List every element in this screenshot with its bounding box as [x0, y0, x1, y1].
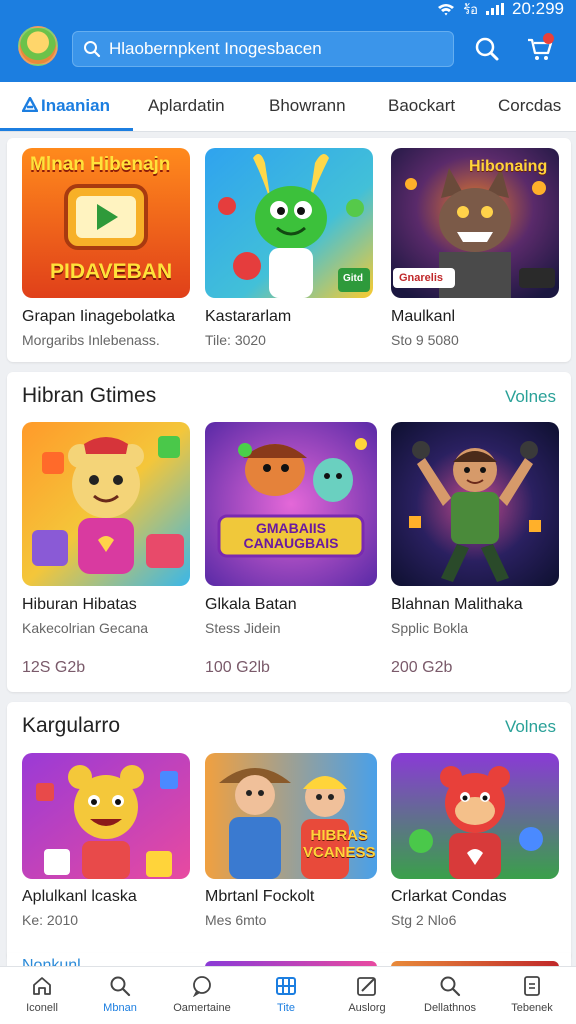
app-name[interactable]: Kastararlam [205, 308, 291, 326]
search-icon [110, 976, 131, 997]
nav-item-auslorg[interactable]: Auslorg [327, 975, 407, 1014]
app-tile[interactable] [22, 753, 190, 879]
art-title: Hibonaing [469, 158, 548, 175]
nav-item-tite[interactable]: Tite [246, 975, 326, 1014]
grid-icon [276, 977, 296, 995]
nav-label: Dellathnos [424, 1002, 476, 1014]
app-tile[interactable]: HIBRAS VCANESS [205, 753, 377, 879]
app-artwork [22, 422, 190, 586]
app-header: ร้อ 20:299 Hlaobernpkent Inogesbacen [0, 0, 576, 82]
tab-baockart[interactable]: Baockart [388, 96, 455, 116]
status-bar: ร้อ 20:299 [437, 0, 564, 18]
search-text: Hlaobernpkent Inogesbacen [109, 39, 322, 58]
app-name[interactable]: Grapan Iinagebolatka [22, 308, 175, 326]
app-name[interactable]: Maulkanl [391, 308, 455, 326]
app-tile[interactable]: GMABAIIS CANAUGBAIS [205, 422, 377, 586]
app-subtitle: Tile: 3020 [205, 332, 266, 348]
tab-label: Corcdas [498, 96, 562, 115]
app-subtitle: Ke: 2010 [22, 912, 79, 928]
section-title: Kargularro [22, 714, 121, 737]
app-price: 12S G2b [22, 659, 86, 676]
tab-aplardatin[interactable]: Aplardatin [148, 96, 225, 116]
app-subtitle: Mes 6mto [205, 912, 267, 928]
app-tile[interactable] [391, 422, 559, 586]
carrier-label: ร้อ [463, 1, 478, 17]
app-subtitle: Sto 9 5080 [391, 332, 459, 348]
app-name[interactable]: Hiburan Hibatas [22, 596, 137, 614]
app-artwork [22, 753, 190, 879]
tab-label: Aplardatin [148, 96, 225, 115]
logo-a-icon [21, 96, 39, 113]
search-icon [440, 976, 461, 997]
tab-label: Baockart [388, 96, 456, 115]
nav-label: Tite [277, 1002, 295, 1014]
app-name[interactable]: Mbrtanl Fockolt [205, 888, 314, 906]
cart-badge [543, 33, 554, 44]
app-price: 200 G2b [391, 659, 453, 676]
nav-item-dellathnos[interactable]: Dellathnos [410, 975, 490, 1014]
wifi-icon [438, 3, 455, 15]
app-subtitle: Stess Jidein [205, 620, 281, 636]
app-artwork [205, 422, 377, 586]
tab-inaanian[interactable]: Inaanian [21, 96, 110, 116]
search-button-icon[interactable] [474, 36, 500, 62]
featured-section: Mlnan Hibenajn PIDAVEBAN Grapan Iinagebo… [7, 138, 571, 362]
app-tile[interactable] [22, 422, 190, 586]
app-tile[interactable]: Hibonaing Gnarelis [391, 148, 559, 298]
nav-item-search[interactable]: Mbnan [80, 975, 160, 1014]
section-kargularro: Kargularro Volnes Aplulkanl lcaska Ke: 2… [7, 702, 571, 960]
search-input[interactable]: Hlaobernpkent Inogesbacen [72, 31, 454, 67]
tab-bhowrann[interactable]: Bhowrann [269, 96, 346, 116]
tab-label: Inaanian [41, 96, 110, 115]
app-name[interactable]: Blahnan Malithaka [391, 596, 523, 614]
signal-icon [486, 3, 504, 15]
search-icon [84, 41, 101, 58]
app-price: 100 G2lb [205, 659, 270, 676]
art-caption: PIDAVEBAN [50, 260, 173, 283]
app-subtitle: Stg 2 Nlo6 [391, 912, 457, 928]
active-tab-indicator [0, 128, 133, 131]
category-tabs: Inaanian Aplardatin Bhowrann Baockart Co… [0, 82, 576, 132]
art-banner: HIBRAS VCANESS [303, 827, 376, 861]
app-artwork [391, 753, 559, 879]
tab-label: Bhowrann [269, 96, 346, 115]
app-subtitle: Kakecolrian Gecana [22, 620, 149, 636]
app-tile[interactable] [391, 753, 559, 879]
chat-bubble-icon [192, 976, 211, 997]
see-more-link[interactable]: Volnes [505, 717, 556, 737]
app-tile[interactable]: Gitd [205, 148, 373, 298]
app-artwork [391, 422, 559, 586]
document-icon [524, 976, 540, 996]
nav-label: Auslorg [348, 1002, 386, 1014]
art-badge: Gitd [343, 273, 363, 284]
nav-label: Mbnan [103, 1002, 137, 1014]
home-icon [33, 977, 51, 995]
app-subtitle: Spplic Bokla [391, 620, 469, 636]
app-name[interactable]: Aplulkanl lcaska [22, 888, 137, 906]
art-banner: GMABAIIS CANAUGBAIS [243, 520, 339, 551]
section-hibran-games: Hibran Gtimes Volnes Hiburan Hibatas Kak… [7, 372, 571, 692]
app-name[interactable]: Crlarkat Condas [391, 888, 507, 906]
see-more-link[interactable]: Volnes [505, 387, 556, 407]
tab-corcdas[interactable]: Corcdas [498, 96, 561, 116]
edit-icon [357, 977, 376, 996]
section-title: Hibran Gtimes [22, 384, 157, 407]
app-subtitle: Morgaribs Inlebenass. [22, 332, 160, 348]
app-logo[interactable] [18, 26, 58, 66]
nav-label: Oamertaine [173, 1002, 231, 1014]
nav-item-home[interactable]: Iconell [2, 975, 82, 1014]
status-time: 20:299 [512, 0, 564, 18]
art-title: Mlnan Hibenajn [30, 154, 171, 175]
art-badge: Gnarelis [399, 272, 444, 284]
nav-item-tebenek[interactable]: Tebenek [492, 975, 572, 1014]
nav-item-entertainment[interactable]: Oamertaine [162, 975, 242, 1014]
app-name[interactable]: Glkala Batan [205, 596, 297, 614]
bottom-nav: Iconell Mbnan Oamertaine Tite Auslorg De… [0, 966, 576, 1024]
nav-label: Tebenek [511, 1002, 553, 1014]
app-tile[interactable]: Mlnan Hibenajn PIDAVEBAN [22, 148, 190, 298]
nav-label: Iconell [26, 1002, 58, 1014]
